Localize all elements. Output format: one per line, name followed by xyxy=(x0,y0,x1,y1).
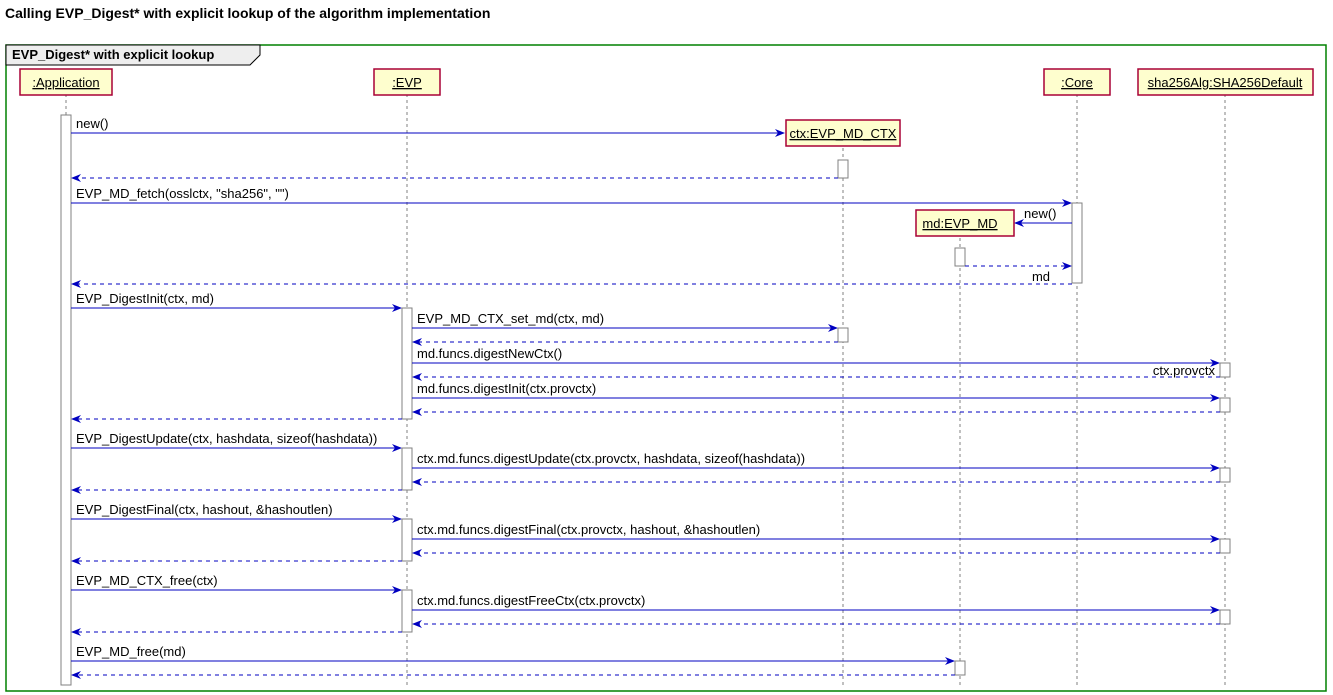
participant-sha-label: sha256Alg:SHA256Default xyxy=(1148,75,1303,90)
activation-md-1 xyxy=(955,248,965,266)
msg-provctx-label: ctx.provctx xyxy=(1153,363,1216,378)
msg-digestfinal2-label: ctx.md.funcs.digestFinal(ctx.provctx, ha… xyxy=(417,522,760,537)
msg-digestupdate-label: EVP_DigestUpdate(ctx, hashdata, sizeof(h… xyxy=(76,431,377,446)
activation-ctx-2 xyxy=(838,328,848,342)
participant-ctx-label: ctx:EVP_MD_CTX xyxy=(790,126,897,141)
sequence-diagram: Calling EVP_Digest* with explicit lookup… xyxy=(0,0,1333,695)
activation-evp-2 xyxy=(402,448,412,490)
msg-fetch-label: EVP_MD_fetch(osslctx, "sha256", "") xyxy=(76,186,289,201)
participant-md-label: md:EVP_MD xyxy=(922,216,997,231)
msg-mdfree-label: EVP_MD_free(md) xyxy=(76,644,186,659)
activation-evp-4 xyxy=(402,590,412,632)
msg-setmd-label: EVP_MD_CTX_set_md(ctx, md) xyxy=(417,311,604,326)
activation-ctx-1 xyxy=(838,160,848,178)
participant-evp-label: :EVP xyxy=(392,75,422,90)
msg-ctxfree-label: EVP_MD_CTX_free(ctx) xyxy=(76,573,218,588)
activation-evp-3 xyxy=(402,519,412,561)
msg-freectx-label: ctx.md.funcs.digestFreeCtx(ctx.provctx) xyxy=(417,593,645,608)
msg-new-md-label: new() xyxy=(1024,206,1057,221)
activation-sha-1 xyxy=(1220,363,1230,377)
msg-digestfinal-label: EVP_DigestFinal(ctx, hashout, &hashoutle… xyxy=(76,502,333,517)
msg-digestinit2-label: md.funcs.digestInit(ctx.provctx) xyxy=(417,381,596,396)
msg-newctx-label: md.funcs.digestNewCtx() xyxy=(417,346,562,361)
frame-label: EVP_Digest* with explicit lookup xyxy=(12,47,214,62)
msg-digestupdate2-label: ctx.md.funcs.digestUpdate(ctx.provctx, h… xyxy=(417,451,805,466)
activation-sha-2 xyxy=(1220,398,1230,412)
activation-application xyxy=(61,115,71,685)
msg-return-md-label: md xyxy=(1032,269,1050,284)
diagram-title: Calling EVP_Digest* with explicit lookup… xyxy=(5,5,490,21)
participant-core-label: :Core xyxy=(1061,75,1093,90)
msg-new-ctx-label: new() xyxy=(76,116,109,131)
msg-digestinit-label: EVP_DigestInit(ctx, md) xyxy=(76,291,214,306)
activation-md-2 xyxy=(955,661,965,675)
participant-application-label: :Application xyxy=(32,75,99,90)
activation-sha-5 xyxy=(1220,610,1230,624)
activation-core-1 xyxy=(1072,203,1082,283)
frame-border xyxy=(6,45,1326,691)
activation-sha-4 xyxy=(1220,539,1230,553)
activation-evp-1 xyxy=(402,308,412,419)
activation-sha-3 xyxy=(1220,468,1230,482)
